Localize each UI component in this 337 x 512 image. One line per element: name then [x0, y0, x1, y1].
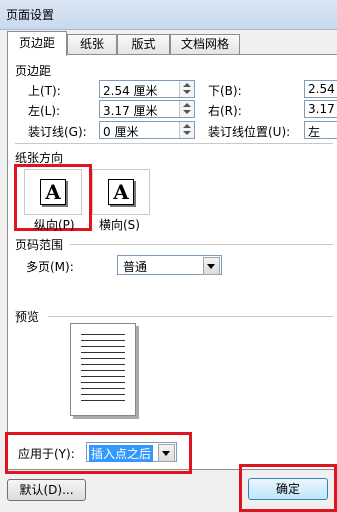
- spin-down-icon[interactable]: [183, 90, 191, 94]
- landscape-page-icon: A: [93, 170, 149, 214]
- gutter-spinner[interactable]: [179, 122, 194, 138]
- landscape-button[interactable]: A: [92, 169, 150, 215]
- right-margin-value: 3.17: [308, 102, 335, 116]
- tab-layout[interactable]: 版式: [117, 34, 170, 54]
- preview-line: [81, 346, 125, 347]
- apply-to-label: 应用于(Y):: [18, 447, 75, 461]
- preview-line: [81, 382, 125, 383]
- top-margin-value: 2.54 厘米: [103, 84, 158, 98]
- portrait-button[interactable]: A: [24, 169, 82, 215]
- divider: [70, 244, 333, 245]
- left-margin-value: 3.17 厘米: [103, 104, 158, 118]
- top-margin-input[interactable]: 2.54 厘米: [99, 80, 195, 98]
- gutter-position-value: 左: [308, 125, 321, 139]
- spin-down-icon[interactable]: [183, 131, 191, 135]
- preview-line: [81, 334, 125, 335]
- gutter-input[interactable]: 0 厘米: [99, 121, 195, 139]
- chevron-down-icon[interactable]: [203, 257, 220, 275]
- bottom-margin-input[interactable]: 2.54: [304, 80, 337, 98]
- divider: [15, 143, 333, 144]
- spin-up-icon[interactable]: [183, 83, 191, 87]
- pages-section-title: 页码范围: [15, 238, 64, 252]
- preview-line: [81, 370, 125, 371]
- top-margin-label: 上(T):: [28, 84, 61, 98]
- right-margin-label: 右(R):: [208, 104, 242, 118]
- page-preview: [70, 323, 136, 416]
- preview-line: [81, 394, 125, 395]
- divider: [48, 316, 333, 317]
- spin-down-icon[interactable]: [183, 110, 191, 114]
- tab-document-grid[interactable]: 文档网格: [170, 34, 240, 54]
- left-margin-input[interactable]: 3.17 厘米: [99, 100, 195, 118]
- portrait-page-icon: A: [25, 170, 81, 214]
- gutter-position-label: 装订线位置(U):: [208, 125, 291, 139]
- left-margin-spinner[interactable]: [179, 101, 194, 117]
- multiple-pages-label: 多页(M):: [26, 260, 74, 274]
- right-margin-input[interactable]: 3.17: [304, 100, 337, 118]
- default-button[interactable]: 默认(D)...: [7, 479, 86, 501]
- preview-line: [81, 364, 125, 365]
- preview-line: [81, 388, 125, 389]
- tab-margins[interactable]: 页边距: [7, 31, 67, 56]
- gutter-label: 装订线(G):: [28, 125, 87, 139]
- portrait-label[interactable]: 纵向(P): [34, 216, 75, 233]
- preview-line: [81, 340, 125, 341]
- left-margin-label: 左(L):: [28, 104, 61, 118]
- window-title: 页面设置: [6, 8, 55, 22]
- preview-section-title: 预览: [15, 310, 40, 324]
- margins-section-title: 页边距: [15, 64, 52, 78]
- apply-to-value: 插入点之后: [89, 445, 154, 462]
- preview-line: [81, 358, 125, 359]
- top-margin-spinner[interactable]: [179, 81, 194, 97]
- spin-up-icon[interactable]: [183, 124, 191, 128]
- preview-line: [81, 400, 125, 401]
- gutter-value: 0 厘米: [103, 125, 139, 139]
- bottom-margin-value: 2.54: [308, 82, 335, 96]
- spin-up-icon[interactable]: [183, 103, 191, 107]
- landscape-label[interactable]: 横向(S): [99, 216, 140, 233]
- apply-to-select[interactable]: 插入点之后: [86, 442, 177, 462]
- ok-button[interactable]: 确定: [248, 478, 328, 500]
- chevron-down-icon[interactable]: [158, 444, 175, 462]
- preview-line: [81, 376, 125, 377]
- gutter-position-select[interactable]: 左: [304, 121, 337, 139]
- multiple-pages-value: 普通: [123, 260, 148, 274]
- bottom-margin-label: 下(B):: [208, 84, 242, 98]
- multiple-pages-select[interactable]: 普通: [117, 255, 222, 275]
- tab-paper[interactable]: 纸张: [67, 34, 117, 54]
- preview-line: [81, 352, 125, 353]
